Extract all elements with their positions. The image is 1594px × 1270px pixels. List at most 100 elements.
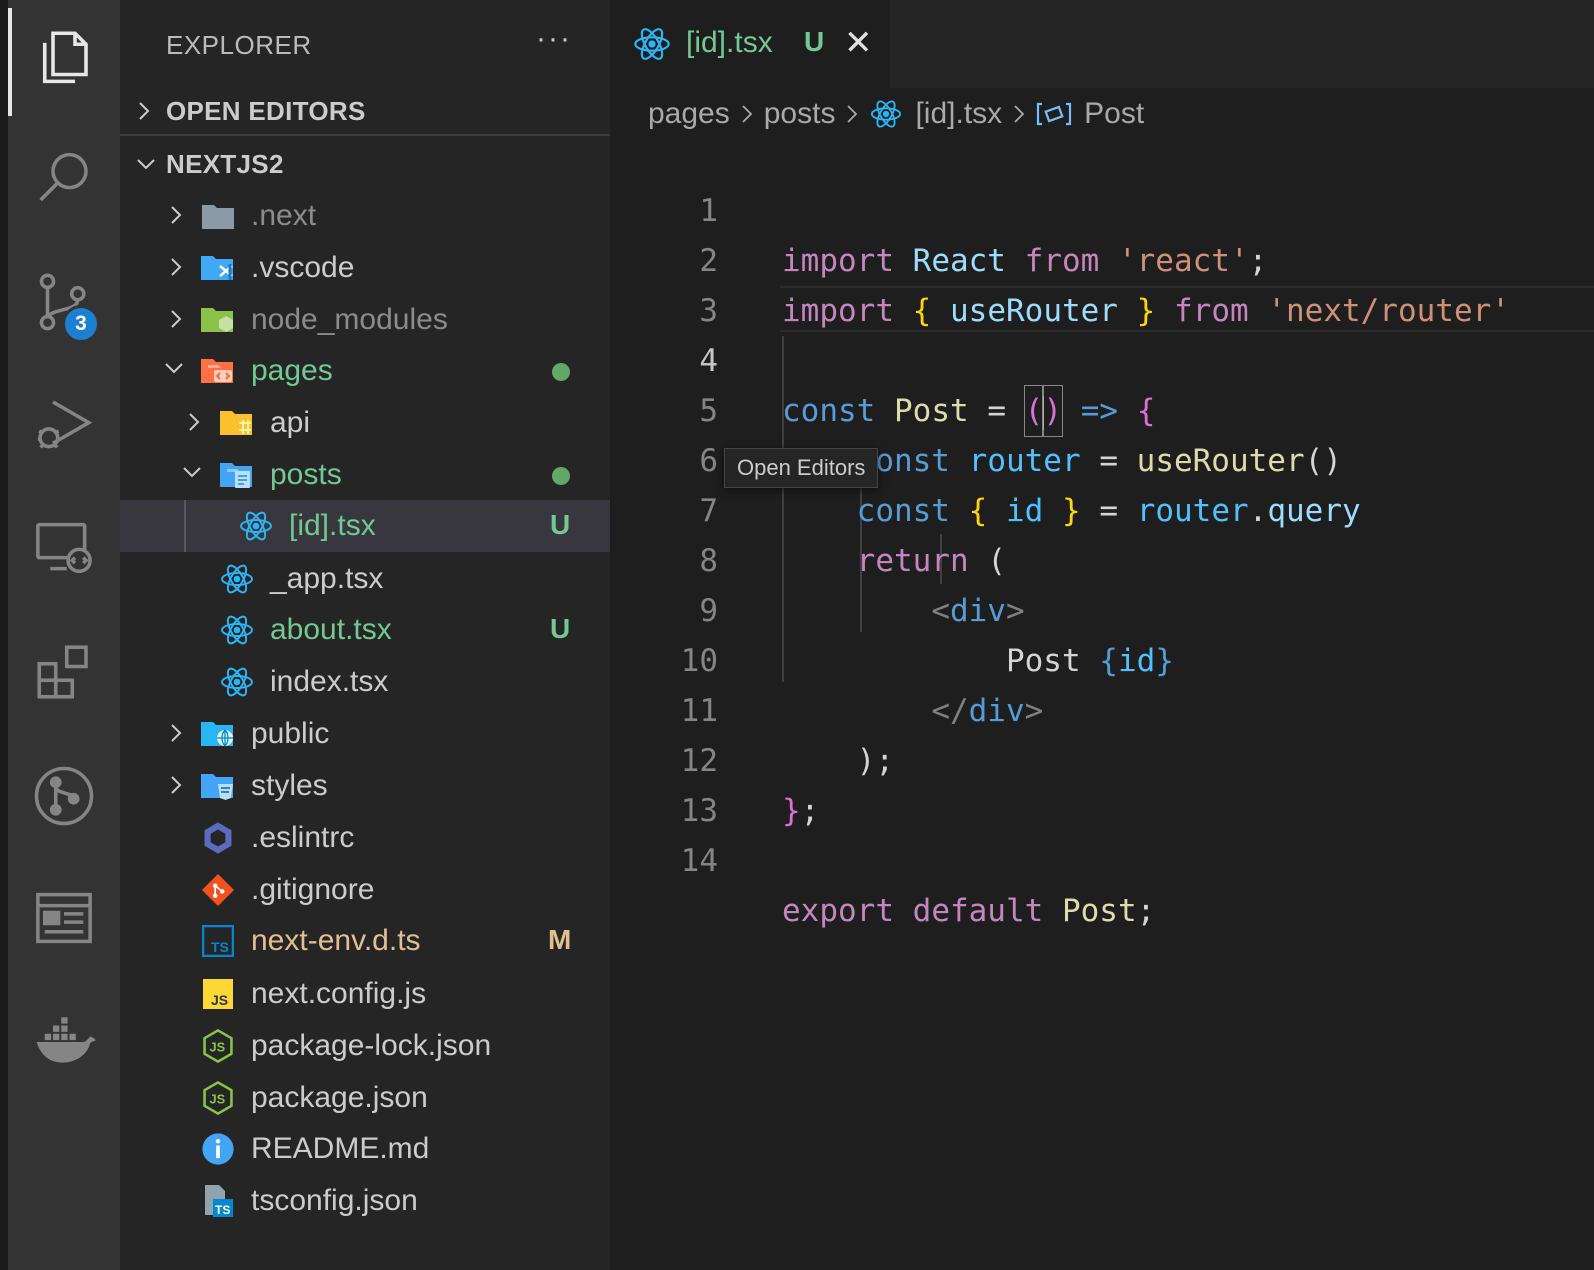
tree-item-label: .gitignore: [251, 873, 375, 906]
chevron-down-icon: [165, 363, 183, 374]
code-line: 11 );: [610, 636, 1594, 779]
tree-file-eslintrc[interactable]: .eslintrc: [120, 812, 610, 864]
more-actions-button[interactable]: ···: [536, 22, 572, 56]
tree-item-label: posts: [270, 458, 342, 491]
tree-folder-posts[interactable]: posts: [120, 449, 610, 501]
tree-item-label: api: [270, 406, 311, 439]
folder-icon: [200, 198, 236, 234]
chevron-right-icon: [171, 310, 182, 328]
react-icon: [219, 664, 255, 700]
code-line: 10 </div>: [610, 586, 1594, 729]
styles-folder-icon: [200, 768, 236, 804]
git-status-untracked: U: [550, 613, 571, 644]
ts-file-icon: TS: [200, 923, 236, 959]
breadcrumb-item-symbol[interactable]: Post: [1036, 97, 1144, 131]
tree-item-label: [id].tsx: [289, 509, 376, 542]
tree-file-tsconfig[interactable]: TS tsconfig.json: [120, 1175, 610, 1227]
info-icon: [200, 1131, 236, 1167]
workspace-label: NEXTJS2: [166, 148, 284, 179]
tree-file-next-config[interactable]: JS next.config.js: [120, 968, 610, 1020]
tree-item-label: pages: [251, 354, 333, 387]
react-icon: [219, 612, 255, 648]
chevron-right-icon: [845, 103, 859, 125]
tab-label: [id].tsx: [686, 26, 773, 59]
node-folder-icon: [200, 302, 236, 338]
active-indicator: [8, 8, 12, 116]
tree-item-label: package.json: [251, 1081, 428, 1114]
breadcrumb-symbol-label: Post: [1084, 97, 1145, 130]
tree-item-label: package-lock.json: [251, 1029, 492, 1062]
chevron-right-icon: [171, 258, 182, 276]
tree-item-label: tsconfig.json: [251, 1184, 418, 1217]
tree-item-label: .eslintrc: [251, 821, 355, 854]
chevron-right-icon: [171, 776, 182, 794]
files-icon[interactable]: [24, 18, 104, 98]
tree-item-label: README.md: [251, 1132, 430, 1165]
tab-bar: [id].tsx U ✕: [610, 0, 1594, 88]
source-control-badge: 3: [62, 305, 100, 343]
tree-folder-node-modules[interactable]: node_modules: [120, 294, 610, 346]
tree-file-gitignore[interactable]: .gitignore: [120, 864, 610, 916]
tab-id-tsx[interactable]: [id].tsx U ✕: [610, 0, 890, 88]
tree-item-label: next.config.js: [251, 977, 427, 1010]
workspace-section[interactable]: NEXTJS2: [120, 139, 610, 189]
line-number: 14: [680, 843, 718, 879]
tree-item-label: index.tsx: [270, 665, 389, 698]
git-status-modified: M: [548, 924, 572, 955]
open-editors-section[interactable]: OPEN EDITORS: [120, 86, 610, 136]
chevron-right-icon: [740, 103, 754, 125]
tree-item-label: public: [251, 717, 330, 750]
git-status-untracked: U: [550, 509, 571, 540]
explorer-sidebar: EXPLORER ··· OPEN EDITORS NEXTJS2 .next …: [120, 0, 610, 1270]
code-line: 2 import { useRouter } from 'next/router…: [610, 186, 1594, 329]
eslint-icon: [200, 820, 236, 856]
tree-folder-api[interactable]: api: [120, 397, 610, 449]
tree-file-package-json[interactable]: JS package.json: [120, 1072, 610, 1124]
breadcrumb-item-file[interactable]: [id].tsx: [869, 97, 1002, 131]
tree-folder-vscode[interactable]: .vscode: [120, 242, 610, 294]
react-icon: [632, 24, 672, 69]
run-debug-icon[interactable]: [24, 384, 104, 464]
modified-dot: [552, 467, 570, 485]
svg-text:TS: TS: [211, 939, 229, 955]
extensions-icon[interactable]: [24, 632, 104, 712]
tree-file-id-tsx[interactable]: [id].tsx U: [120, 500, 610, 552]
chevron-right-icon: [189, 413, 200, 431]
line-content: export default Post;: [782, 893, 1156, 929]
git-graph-icon[interactable]: [24, 756, 104, 836]
tree-folder-next[interactable]: .next: [120, 190, 610, 242]
nodejs-icon: JS: [200, 1080, 236, 1116]
tree-folder-styles[interactable]: styles: [120, 760, 610, 812]
indent-guide: [184, 500, 186, 552]
tree-folder-public[interactable]: public: [120, 708, 610, 760]
tree-file-package-lock[interactable]: JS package-lock.json: [120, 1020, 610, 1072]
chevron-down-icon: [183, 467, 201, 478]
js-file-icon: JS: [200, 976, 236, 1012]
modified-dot: [552, 363, 570, 381]
tree-file-index-tsx[interactable]: index.tsx: [120, 656, 610, 708]
tree-item-label: about.tsx: [270, 613, 392, 646]
remote-explorer-icon[interactable]: [24, 508, 104, 588]
code-line: 12 };: [610, 686, 1594, 829]
react-icon: [219, 561, 255, 597]
code-line-active: 4 const Post = () => {: [610, 286, 1594, 437]
tab-git-status: U: [804, 26, 825, 57]
activity-bar: 3: [0, 0, 120, 1270]
section-divider: [120, 134, 610, 136]
tree-file-next-env[interactable]: TS next-env.d.ts M: [120, 915, 610, 967]
breadcrumb-item[interactable]: pages: [648, 97, 730, 131]
git-icon: [200, 872, 236, 908]
tree-item-label: _app.tsx: [270, 562, 384, 595]
preview-icon[interactable]: [24, 878, 104, 958]
search-icon[interactable]: [24, 138, 104, 218]
tree-file-readme[interactable]: README.md: [120, 1123, 610, 1175]
close-icon[interactable]: ✕: [844, 24, 873, 62]
tree-file-about-tsx[interactable]: about.tsx U: [120, 604, 610, 656]
breadcrumb: pages posts [id].tsx Post: [648, 94, 1144, 134]
svg-text:TS: TS: [215, 1203, 230, 1217]
tree-folder-pages[interactable]: pages: [120, 345, 610, 397]
docker-icon[interactable]: [24, 1002, 104, 1082]
tree-file-app-tsx[interactable]: _app.tsx: [120, 553, 610, 605]
code-line: 6 const { id } = router.query: [610, 386, 1594, 529]
breadcrumb-item[interactable]: posts: [764, 97, 836, 131]
